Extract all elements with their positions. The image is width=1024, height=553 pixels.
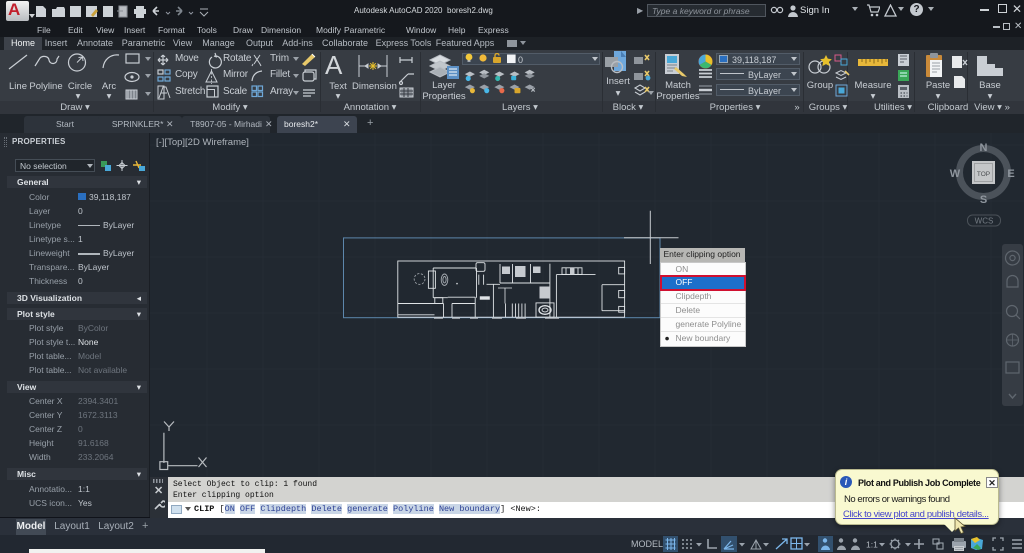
- svg-text:W: W: [950, 168, 961, 180]
- svg-text:E: E: [1007, 168, 1014, 180]
- svg-text:TOP: TOP: [977, 171, 990, 178]
- svg-text:N: N: [980, 142, 988, 154]
- svg-text:WCS: WCS: [975, 217, 994, 226]
- svg-text:[-][Top][2D Wireframe]: [-][Top][2D Wireframe]: [156, 137, 249, 148]
- svg-text:S: S: [980, 194, 987, 206]
- svg-text:1:1: 1:1: [866, 539, 878, 549]
